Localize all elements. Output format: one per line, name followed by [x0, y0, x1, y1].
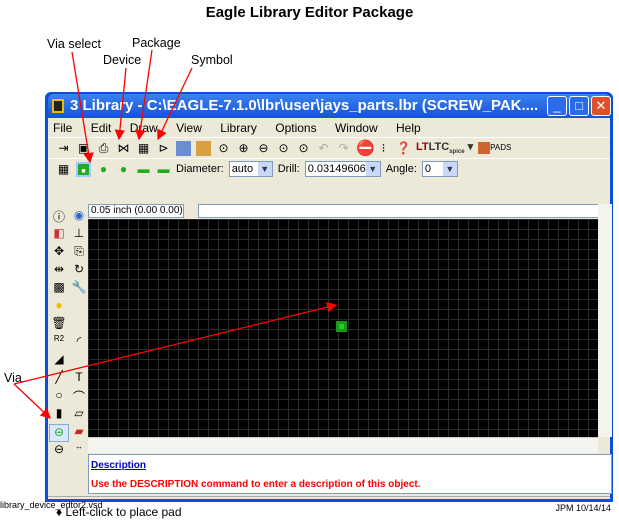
annotation-arrows — [13, 49, 338, 419]
arrow-via-tool — [13, 383, 51, 419]
arrow-package — [135, 49, 153, 141]
arrow-via-pad — [13, 302, 338, 385]
arrow-via-select — [71, 51, 94, 164]
arrow-device — [114, 67, 127, 141]
arrow-symbol — [157, 67, 193, 141]
